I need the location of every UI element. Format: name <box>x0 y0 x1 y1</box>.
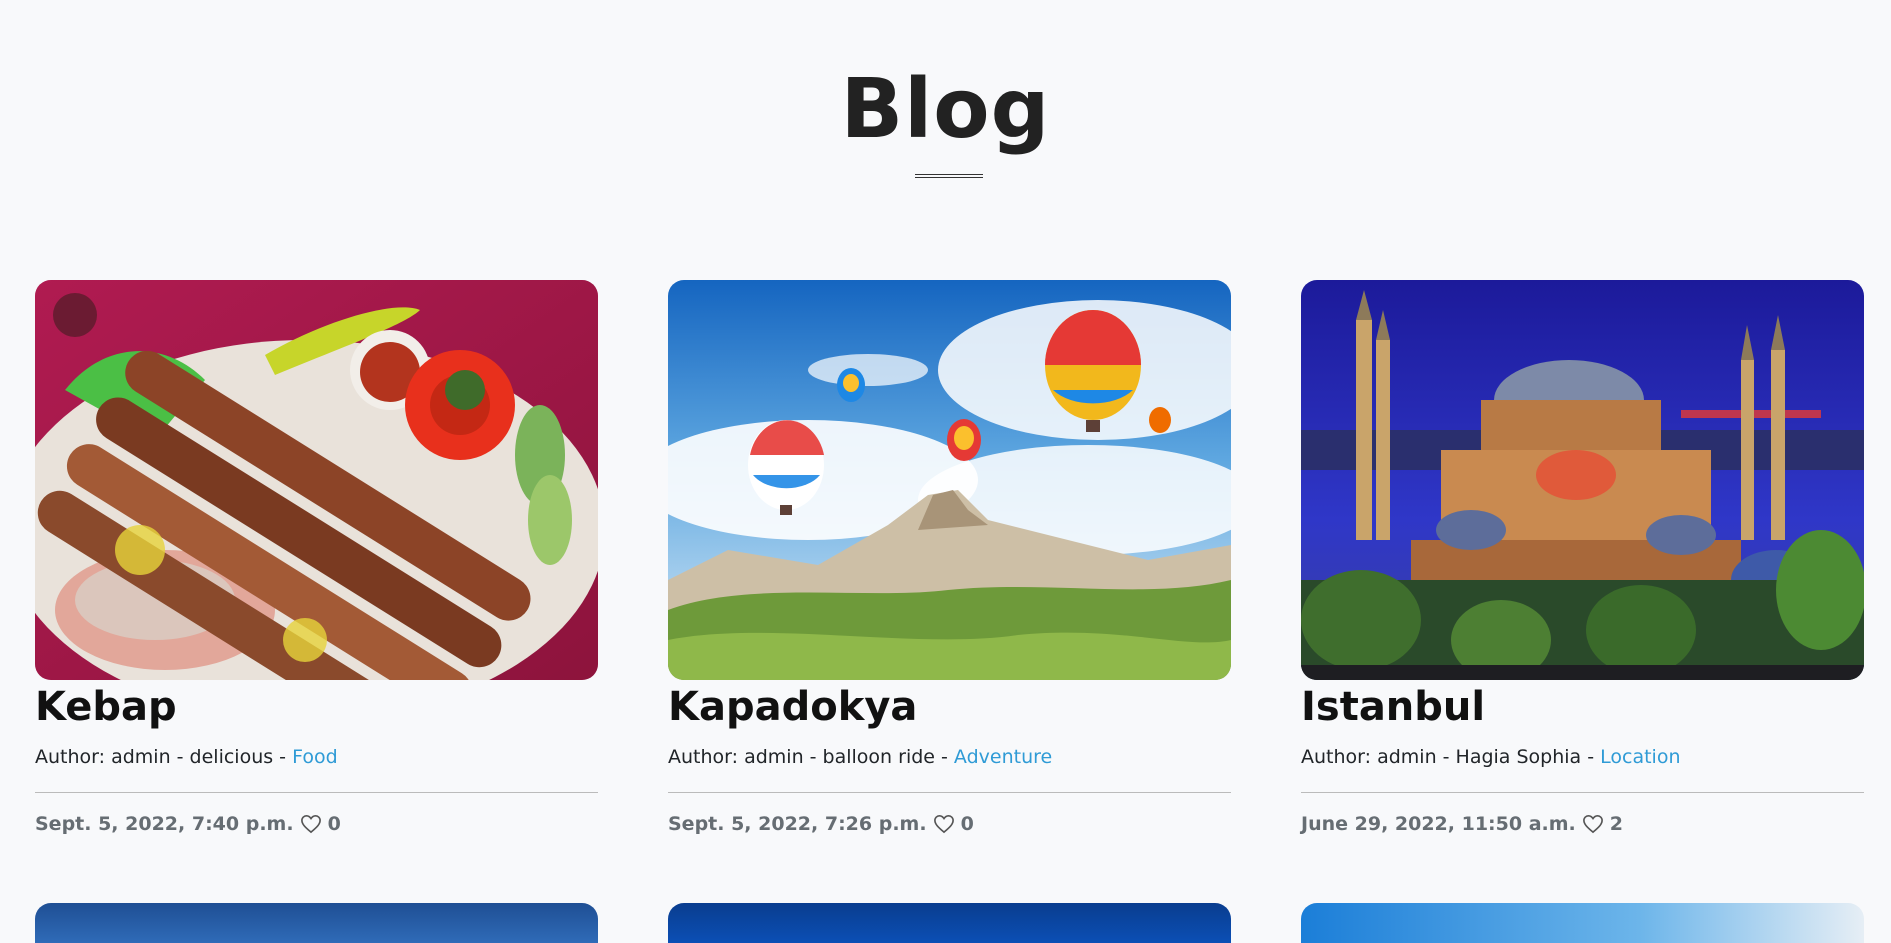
post-title[interactable]: Kapadokya <box>668 682 1231 732</box>
post-footer: Sept. 5, 2022, 7:40 p.m. 0 <box>35 813 598 835</box>
post-author-line: Author: admin - Hagia Sophia - <box>1301 746 1601 768</box>
heart-icon[interactable] <box>300 814 322 834</box>
post-date: Sept. 5, 2022, 7:40 p.m. <box>35 813 294 835</box>
post-meta: Author: admin - Hagia Sophia - Location <box>1301 744 1864 770</box>
post-meta: Author: admin - delicious - Food <box>35 744 598 770</box>
blog-card: Kapadokya Author: admin - balloon ride -… <box>668 280 1231 835</box>
heart-icon[interactable] <box>933 814 955 834</box>
post-date: Sept. 5, 2022, 7:26 p.m. <box>668 813 927 835</box>
page-title: Blog <box>840 62 1051 157</box>
post-image[interactable] <box>668 280 1231 680</box>
blog-card: Kebap Author: admin - delicious - Food S… <box>35 280 598 835</box>
card-divider <box>35 792 598 793</box>
heart-icon[interactable] <box>1582 814 1604 834</box>
post-date: June 29, 2022, 11:50 a.m. <box>1301 813 1576 835</box>
like-count: 0 <box>960 813 974 835</box>
post-image[interactable] <box>35 280 598 680</box>
post-author-line: Author: admin - delicious - <box>35 746 293 768</box>
post-image-partial[interactable] <box>35 903 598 943</box>
post-meta: Author: admin - balloon ride - Adventure <box>668 744 1231 770</box>
post-footer: June 29, 2022, 11:50 a.m. 2 <box>1301 813 1864 835</box>
post-title[interactable]: Kebap <box>35 682 598 732</box>
card-divider <box>1301 792 1864 793</box>
post-title[interactable]: Istanbul <box>1301 682 1864 732</box>
post-image[interactable] <box>1301 280 1864 680</box>
like-count: 2 <box>1609 813 1623 835</box>
post-image-partial[interactable] <box>668 903 1231 943</box>
post-author-line: Author: admin - balloon ride - <box>668 746 954 768</box>
post-category-link[interactable]: Adventure <box>954 746 1052 768</box>
title-underline <box>915 174 983 178</box>
card-divider <box>668 792 1231 793</box>
like-count: 0 <box>327 813 341 835</box>
blog-card: Istanbul Author: admin - Hagia Sophia - … <box>1301 280 1864 835</box>
post-category-link[interactable]: Food <box>292 746 338 768</box>
post-footer: Sept. 5, 2022, 7:26 p.m. 0 <box>668 813 1231 835</box>
post-category-link[interactable]: Location <box>1600 746 1680 768</box>
post-image-partial[interactable] <box>1301 903 1864 943</box>
